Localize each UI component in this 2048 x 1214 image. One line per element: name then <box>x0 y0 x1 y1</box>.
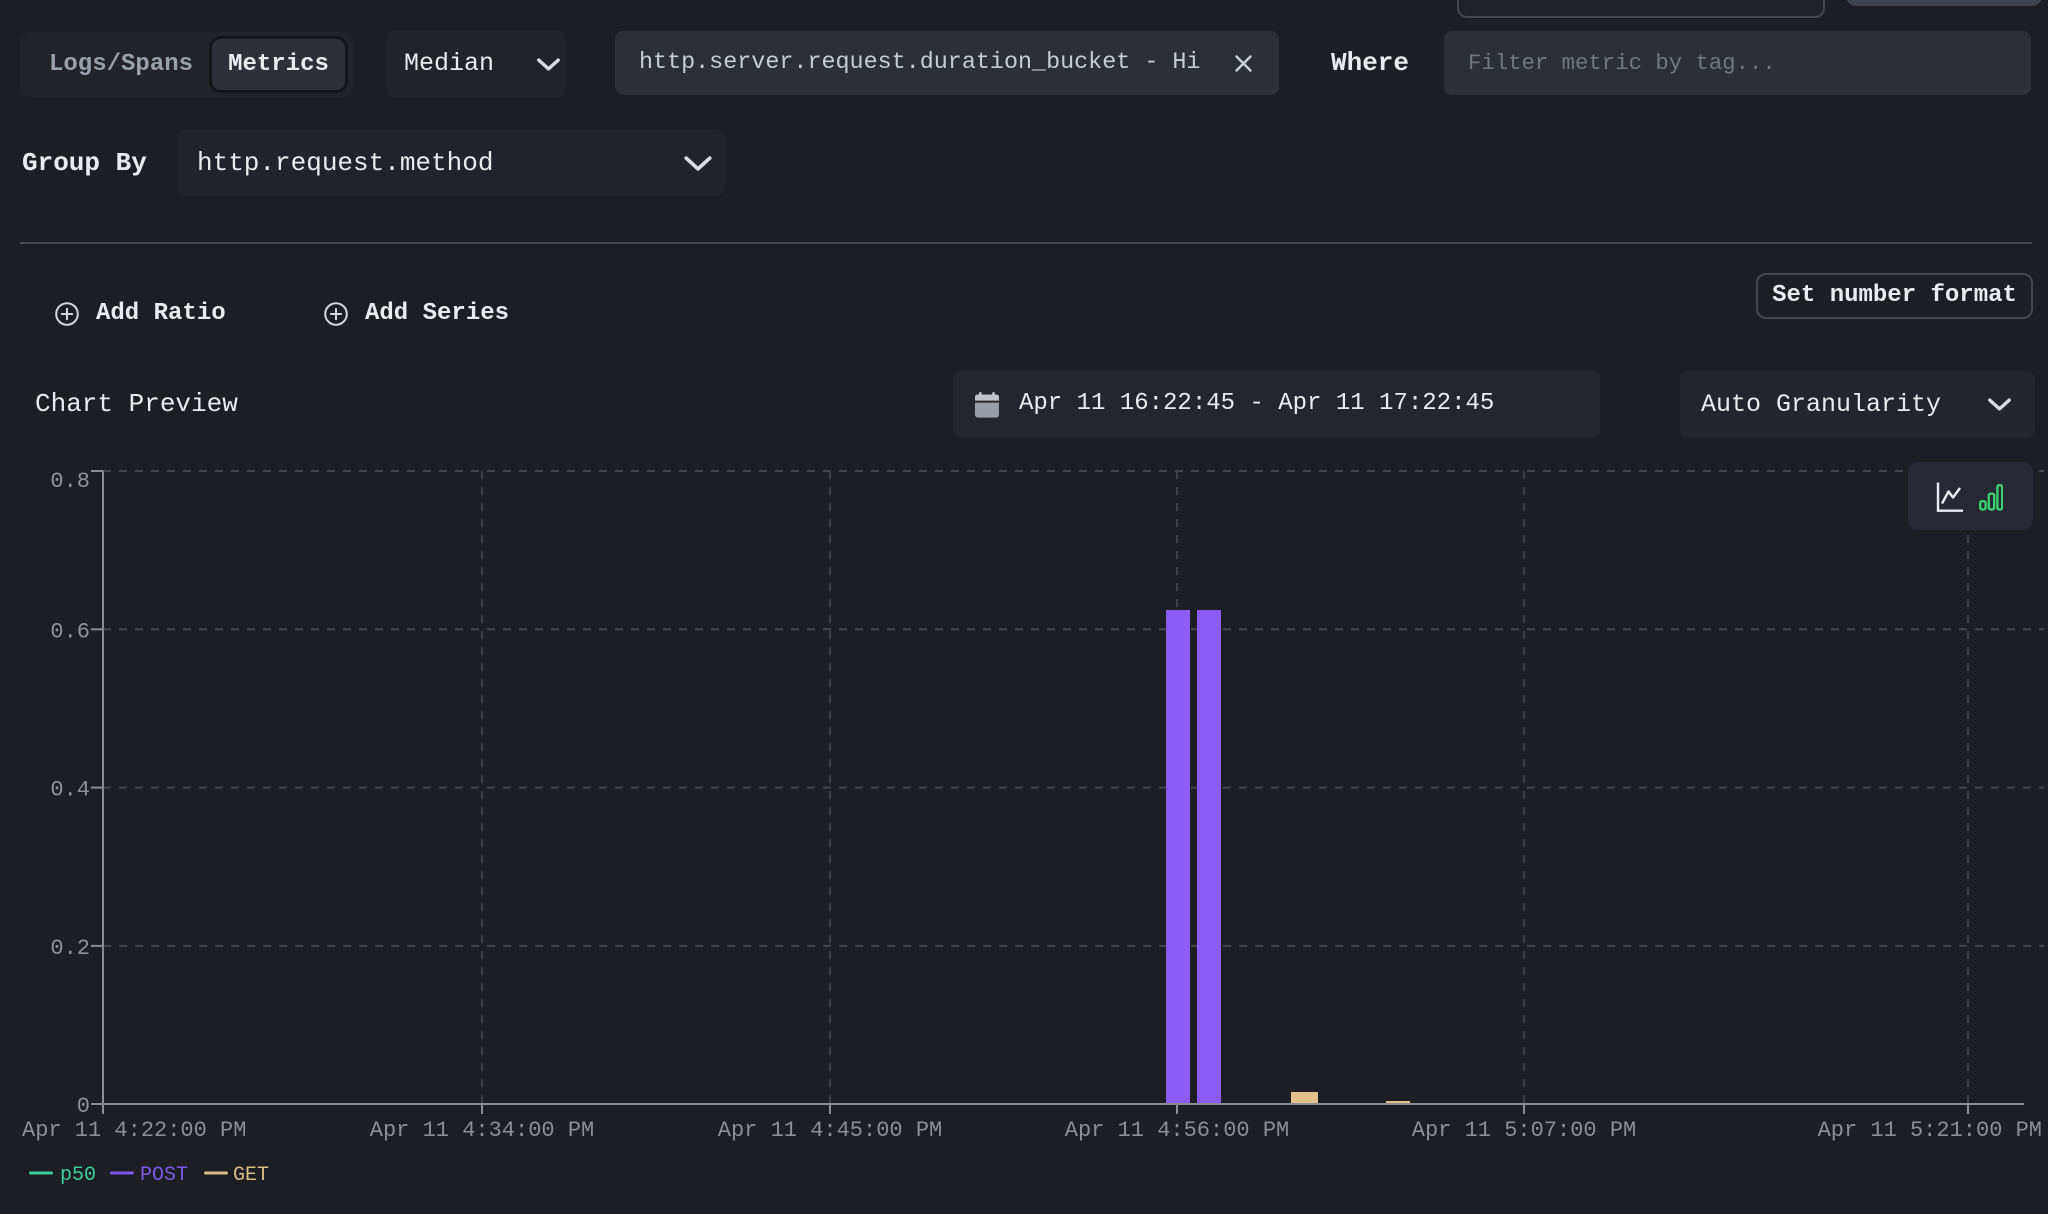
svg-text:0.6: 0.6 <box>50 619 90 644</box>
svg-text:Apr 11 4:56:00 PM: Apr 11 4:56:00 PM <box>1065 1118 1289 1143</box>
svg-text:POST: POST <box>140 1164 188 1187</box>
svg-text:0: 0 <box>77 1094 90 1119</box>
svg-text:0.4: 0.4 <box>50 778 90 803</box>
svg-text:0.8: 0.8 <box>50 469 90 494</box>
svg-text:GET: GET <box>233 1164 269 1187</box>
svg-text:0.2: 0.2 <box>50 936 90 961</box>
svg-text:Apr 11 4:34:00 PM: Apr 11 4:34:00 PM <box>370 1118 594 1143</box>
svg-text:Apr 11 5:07:00 PM: Apr 11 5:07:00 PM <box>1412 1118 1636 1143</box>
svg-text:Apr 11 4:22:00 PM: Apr 11 4:22:00 PM <box>22 1118 246 1143</box>
svg-text:Apr 11 4:45:00 PM: Apr 11 4:45:00 PM <box>718 1118 942 1143</box>
svg-text:p50: p50 <box>60 1164 96 1187</box>
svg-text:Apr 11 5:21:00 PM: Apr 11 5:21:00 PM <box>1818 1118 2042 1143</box>
